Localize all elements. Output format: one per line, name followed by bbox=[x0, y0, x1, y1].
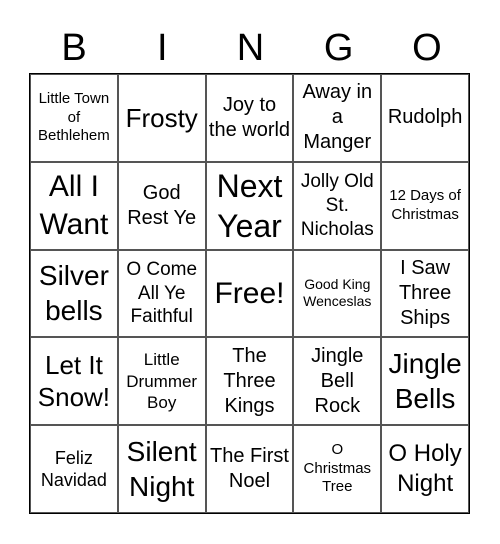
bingo-cell[interactable]: The First Noel bbox=[205, 425, 294, 513]
header-letter-o: O bbox=[412, 27, 442, 69]
bingo-cell[interactable]: Away in a Manger bbox=[293, 74, 382, 162]
bingo-header: B I N G O bbox=[30, 24, 471, 72]
bingo-cell[interactable]: Silent Night bbox=[117, 425, 206, 513]
bingo-cell[interactable]: Next Year bbox=[205, 161, 294, 250]
header-letter-i: I bbox=[157, 27, 168, 69]
bingo-cell[interactable]: Jingle Bells bbox=[381, 337, 469, 426]
bingo-cell[interactable]: I Saw Three Ships bbox=[381, 249, 469, 338]
bingo-grid: Little Town of Bethlehem Frosty Joy to the… bbox=[29, 73, 470, 514]
bingo-cell[interactable]: The Three Kings bbox=[205, 337, 294, 426]
bingo-cell[interactable]: 12 Days of Christmas bbox=[381, 161, 469, 250]
header-letter-n: N bbox=[236, 27, 265, 69]
bingo-cell[interactable]: O Come All Ye Faithful bbox=[117, 249, 206, 338]
bingo-cell[interactable]: Little Town of Bethlehem bbox=[30, 74, 118, 162]
bingo-cell[interactable]: O Christmas Tree bbox=[293, 425, 382, 513]
bingo-cell[interactable]: Little Drummer Boy bbox=[117, 337, 206, 426]
bingo-cell[interactable]: Feliz Navidad bbox=[30, 425, 118, 513]
bingo-cell[interactable]: Silver bells bbox=[30, 249, 118, 338]
bingo-cell[interactable]: Frosty bbox=[117, 74, 206, 162]
bingo-cell[interactable]: Jingle Bell Rock bbox=[293, 337, 382, 426]
bingo-cell[interactable]: God Rest Ye bbox=[117, 161, 206, 250]
bingo-cell[interactable]: All I Want bbox=[30, 161, 118, 250]
free-space-cell[interactable]: Free! bbox=[205, 249, 294, 338]
bingo-cell[interactable]: Rudolph bbox=[381, 74, 469, 162]
header-letter-g: G bbox=[323, 27, 354, 69]
bingo-cell[interactable]: Jolly Old St. Nicholas bbox=[293, 161, 382, 250]
header-letter-b: B bbox=[61, 27, 87, 69]
bingo-cell[interactable]: Good King Wenceslas bbox=[293, 249, 382, 338]
bingo-cell[interactable]: O Holy Night bbox=[381, 425, 469, 513]
bingo-cell[interactable]: Let It Snow! bbox=[30, 337, 118, 426]
bingo-cell[interactable]: Joy to the world bbox=[205, 74, 294, 162]
